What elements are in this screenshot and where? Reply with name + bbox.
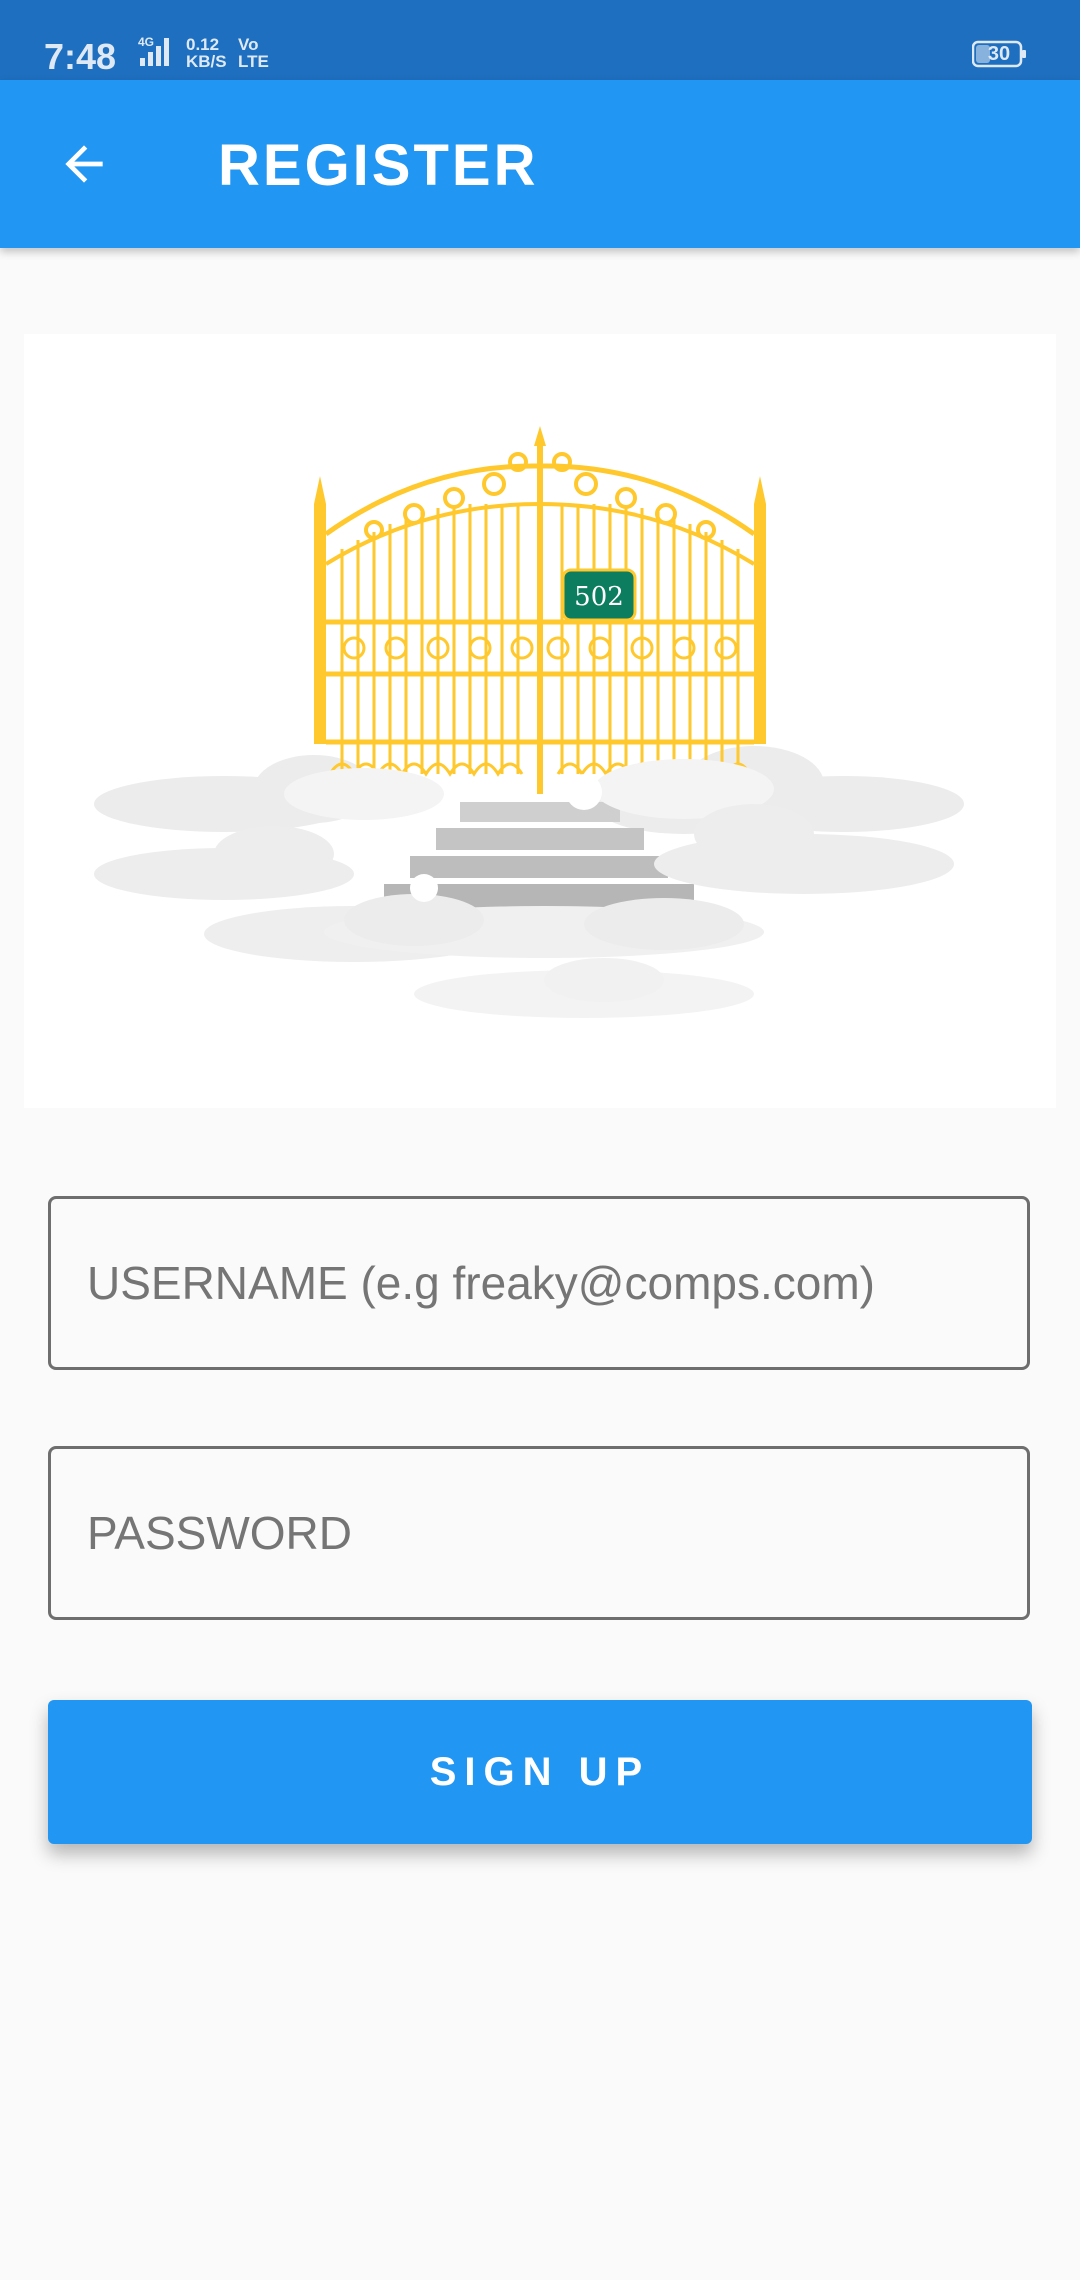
network-speed: 0.12 KB/S [186, 35, 227, 71]
svg-text:4G: 4G [138, 35, 154, 49]
app-bar: REGISTER [0, 80, 1080, 248]
username-input[interactable] [51, 1199, 1027, 1367]
battery-level: 30 [987, 43, 1011, 65]
heaven-gate-illustration: 502 [24, 334, 1056, 1108]
page-title: REGISTER [218, 133, 539, 198]
password-field-container [48, 1446, 1030, 1620]
volte-indicator: Vo LTE [238, 35, 269, 71]
status-time: 7:48 [44, 36, 117, 77]
svg-text:502: 502 [574, 582, 624, 612]
status-bar: 7:48 4G 0.12 KB/S Vo LTE 30 [0, 0, 1080, 80]
arrow-left-icon [65, 145, 103, 183]
golden-gate [314, 426, 766, 794]
password-input[interactable] [51, 1449, 1027, 1617]
signal-icon: 4G [138, 35, 169, 66]
gate-sign: 502 [561, 568, 637, 622]
username-field-container [48, 1196, 1030, 1370]
sign-up-button[interactable]: SIGN UP [48, 1700, 1032, 1844]
register-screen: 7:48 4G 0.12 KB/S Vo LTE 30 REGISTER 502… [0, 0, 1080, 2280]
back-button[interactable] [40, 124, 128, 204]
